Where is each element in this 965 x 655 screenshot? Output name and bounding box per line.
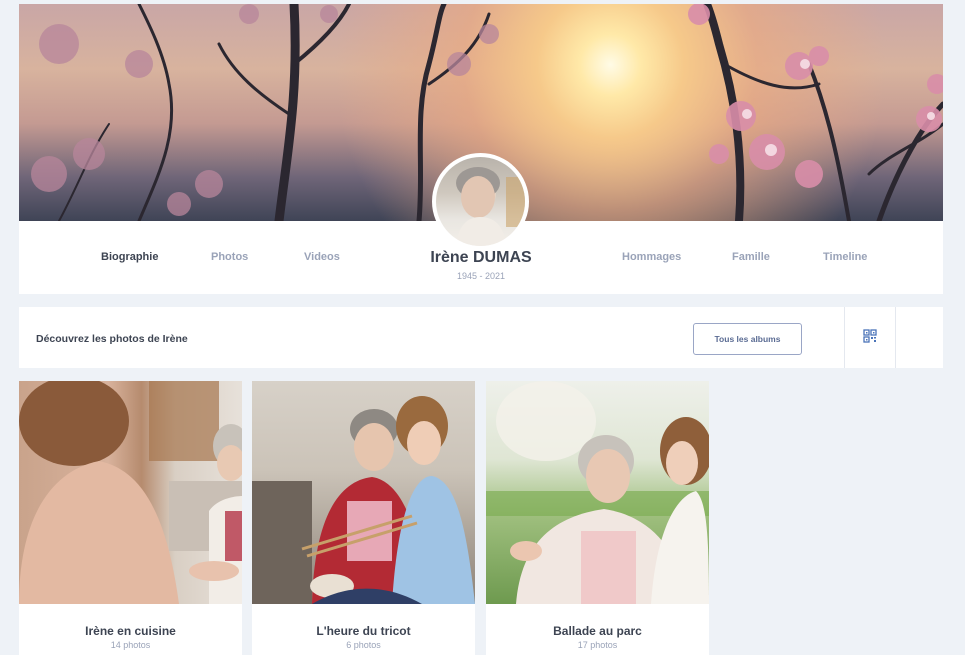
album-title: L'heure du tricot xyxy=(316,624,411,638)
section-title: Découvrez les photos de Irène xyxy=(36,333,188,345)
tab-hommages[interactable]: Hommages xyxy=(622,251,681,263)
profile-name: Irène DUMAS xyxy=(430,249,532,266)
album-cover xyxy=(252,381,475,604)
tab-famille[interactable]: Famille xyxy=(732,251,770,263)
album-cover xyxy=(486,381,709,604)
album-card[interactable]: Irène en cuisine 14 photos xyxy=(19,381,242,655)
all-albums-button[interactable]: Tous les albums xyxy=(693,323,802,355)
divider xyxy=(844,307,845,368)
album-count: 17 photos xyxy=(577,640,618,650)
divider xyxy=(895,307,896,368)
qr-grid-icon[interactable] xyxy=(863,329,877,343)
album-card[interactable]: Ballade au parc 17 photos xyxy=(486,381,709,655)
tab-timeline[interactable]: Timeline xyxy=(823,251,867,263)
album-cover xyxy=(19,381,242,604)
album-title: Irène en cuisine xyxy=(85,624,176,638)
profile-dates: 1945 - 2021 xyxy=(456,271,506,281)
photos-section-bar: Découvrez les photos de Irène Tous les a… xyxy=(19,307,943,368)
album-title: Ballade au parc xyxy=(553,624,642,638)
album-count: 14 photos xyxy=(110,640,151,650)
avatar-photo xyxy=(436,157,525,246)
album-count: 6 photos xyxy=(346,640,381,650)
profile-avatar xyxy=(432,153,529,250)
album-card[interactable]: L'heure du tricot 6 photos xyxy=(252,381,475,655)
